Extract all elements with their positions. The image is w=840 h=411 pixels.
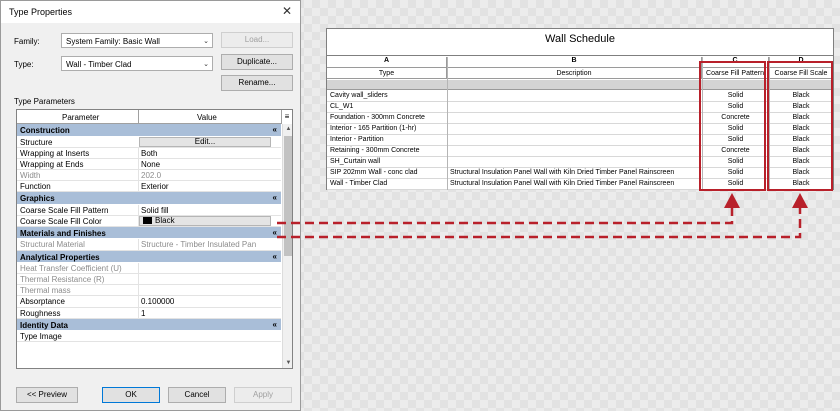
arrow-pattern-head xyxy=(724,193,740,208)
arrow-scale-head xyxy=(792,193,808,208)
arrow-pattern-line xyxy=(277,206,734,225)
arrow-scale-line xyxy=(277,206,802,239)
annotation-arrows xyxy=(277,193,808,239)
